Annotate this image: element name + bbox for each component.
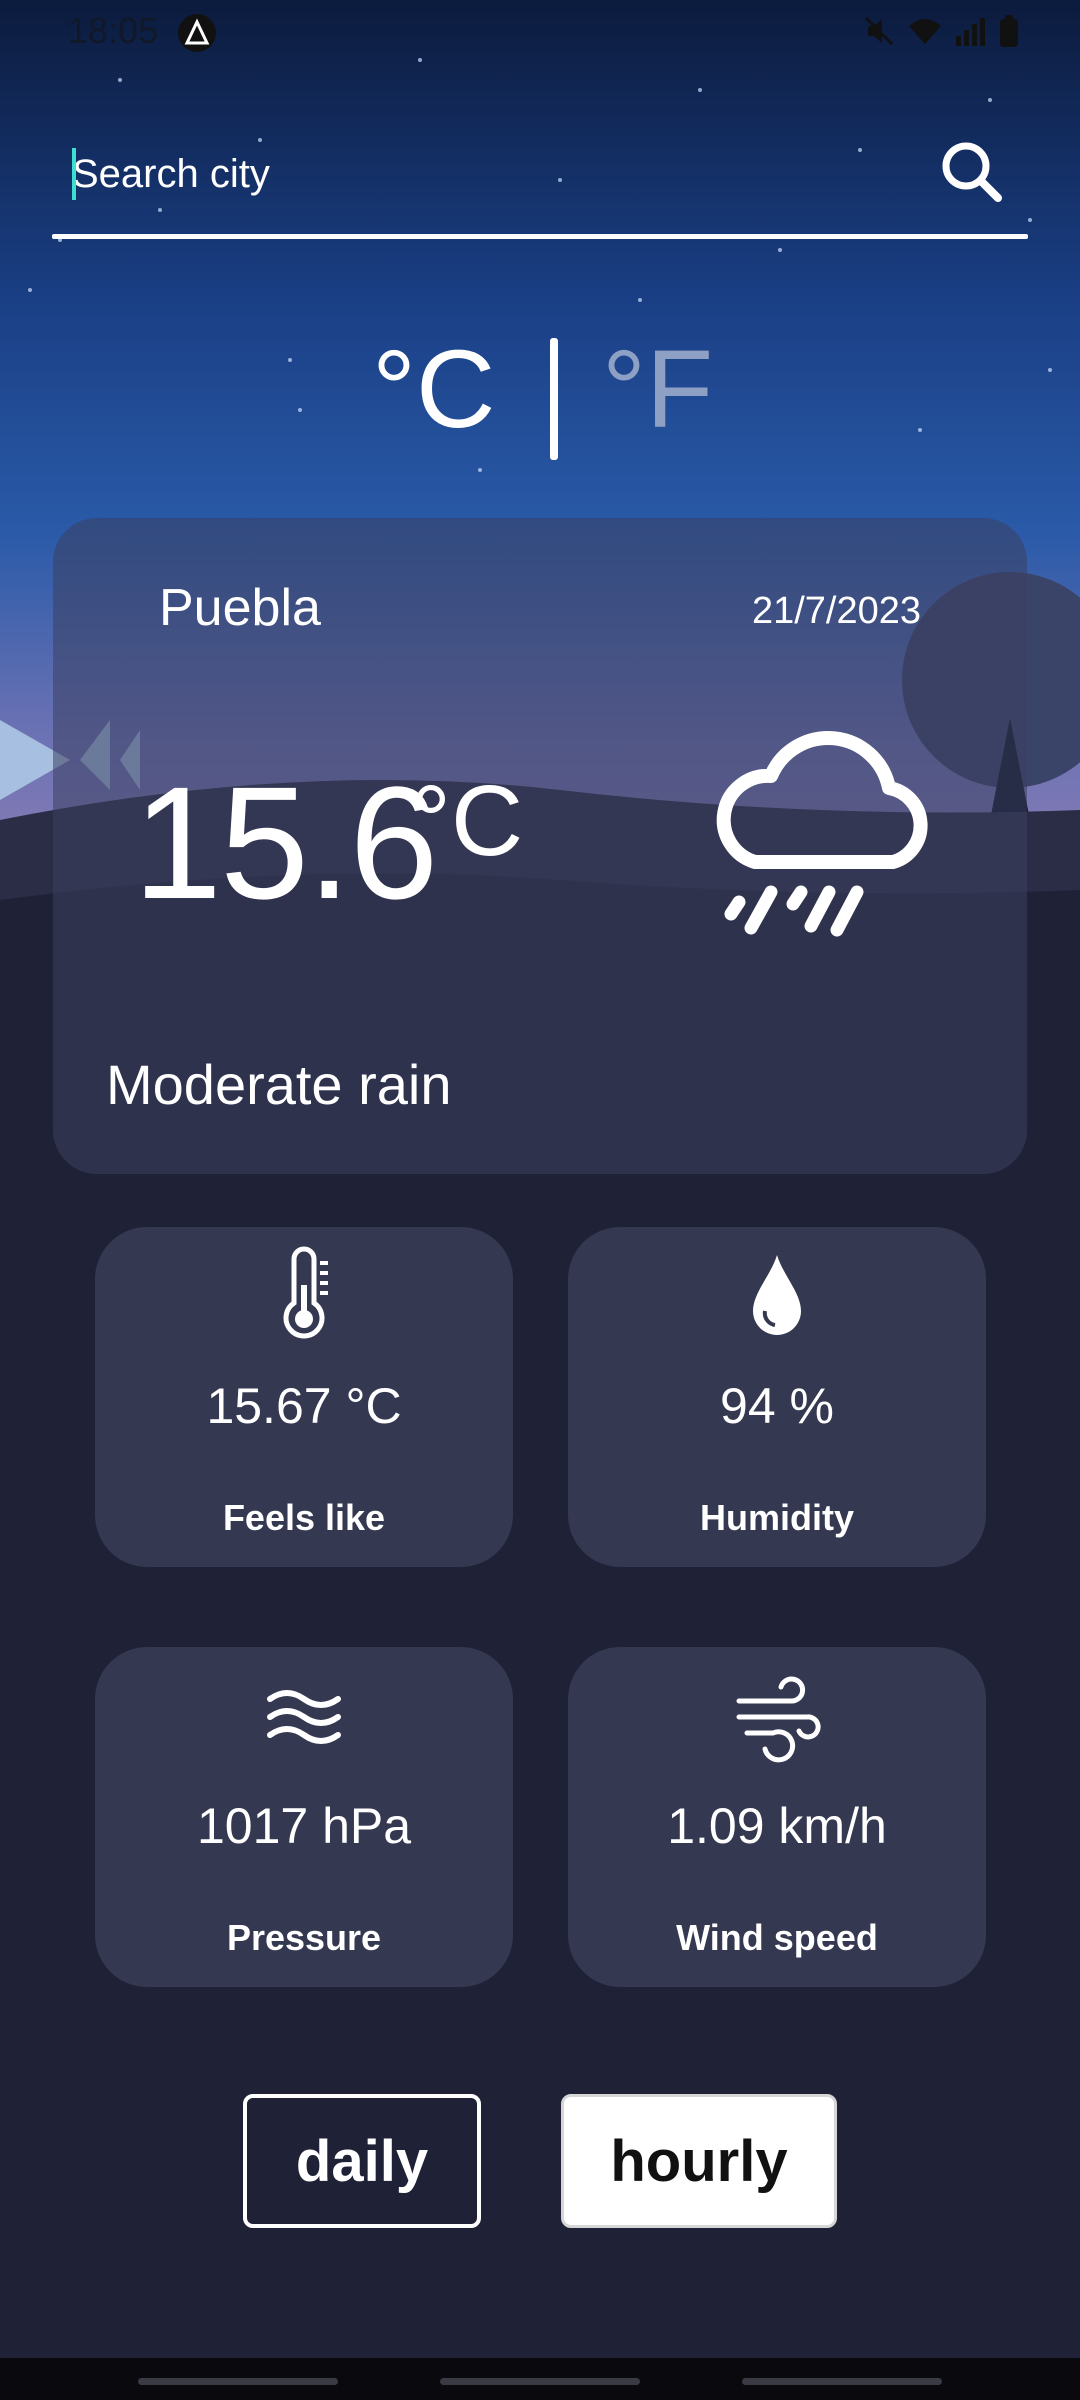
battery-icon [1000, 15, 1018, 47]
wind-speed-label: Wind speed [676, 1917, 878, 1958]
thermometer-icon [283, 1246, 328, 1339]
nav-home[interactable] [440, 2378, 640, 2385]
wind-icon [736, 1676, 821, 1763]
celsius-toggle[interactable]: °C [372, 320, 495, 460]
humidity-value: 94 % [720, 1378, 834, 1434]
wifi-icon [909, 19, 941, 44]
current-date: 21/7/2023 [751, 590, 921, 632]
cloud-rain-icon [716, 731, 928, 937]
nav-back[interactable] [742, 2378, 942, 2385]
fahrenheit-toggle[interactable]: °F [602, 320, 713, 460]
wind-speed-card: 1.09 km/h Wind speed [568, 1647, 986, 1987]
humidity-card: 94 % Humidity [568, 1227, 986, 1567]
nav-recent-apps[interactable] [138, 2378, 338, 2385]
current-temperature: 15.6 [133, 753, 438, 932]
droplet-icon [753, 1255, 801, 1335]
app-notification-icon [178, 14, 216, 52]
unit-divider [550, 338, 558, 460]
system-navigation-bar [0, 2358, 1080, 2400]
status-time: 18:05 [68, 10, 159, 51]
feels-like-label: Feels like [222, 1497, 386, 1538]
feels-like-value: 15.67 °C [206, 1378, 402, 1434]
search-underline [52, 234, 1028, 239]
daily-button[interactable]: daily [243, 2094, 481, 2228]
temperature-unit: °C [411, 765, 524, 877]
pressure-card: 1017 hPa Pressure [95, 1647, 513, 1987]
hourly-button[interactable]: hourly [561, 2094, 837, 2228]
text-caret [72, 148, 76, 200]
signal-icon [956, 18, 985, 46]
pressure-label: Pressure [226, 1917, 382, 1958]
search-bar [52, 128, 1028, 239]
pressure-value: 1017 hPa [196, 1798, 412, 1854]
current-weather-card: Puebla 21/7/2023 15.6 °C Moderate rain [53, 518, 1027, 1174]
status-icons [862, 14, 1020, 48]
status-bar: 18:05 [0, 0, 1080, 64]
mute-icon [864, 16, 894, 46]
wind-speed-value: 1.09 km/h [667, 1798, 887, 1854]
search-icon[interactable] [936, 136, 1006, 206]
search-input[interactable] [72, 142, 932, 206]
weather-condition: Moderate rain [106, 1053, 452, 1116]
unit-toggle: °C °F [0, 320, 1080, 470]
city-name: Puebla [159, 579, 321, 637]
humidity-label: Humidity [699, 1497, 854, 1538]
waves-icon [267, 1690, 341, 1744]
feels-like-card: 15.67 °C Feels like [95, 1227, 513, 1567]
